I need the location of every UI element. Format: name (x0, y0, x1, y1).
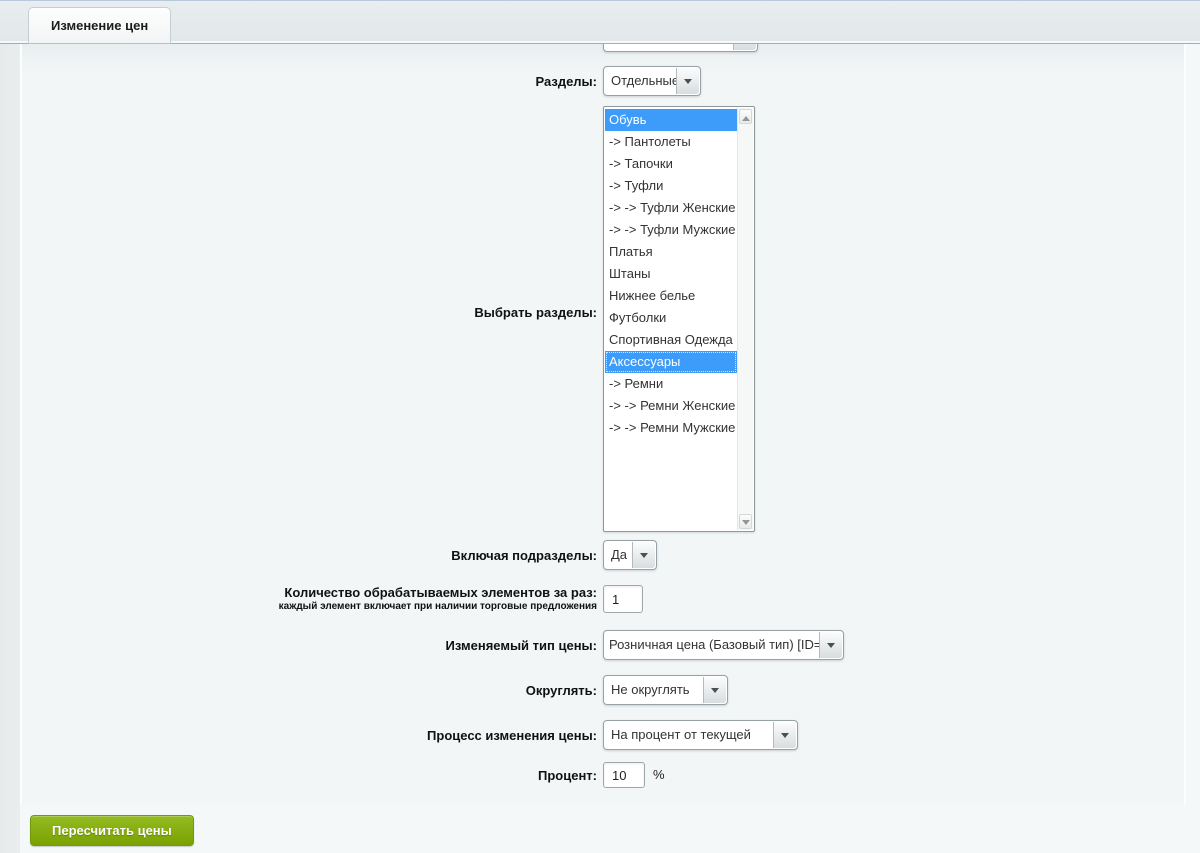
list-item[interactable]: Аксессуары (605, 351, 737, 373)
rounding-select[interactable]: Не округлять (603, 675, 728, 705)
change-process-value: На процент от текущей (604, 721, 797, 749)
page: Изменение цен Разделы: Отдельные Выбрать… (0, 0, 1200, 853)
chevron-down-icon (819, 632, 842, 658)
scroll-up-icon[interactable] (739, 109, 752, 124)
percent-label: Процент: (22, 762, 597, 788)
include-subsections-select[interactable]: Да (603, 540, 657, 570)
list-item[interactable]: -> Ремни (605, 373, 737, 395)
percent-input[interactable] (603, 762, 645, 788)
sections-listbox[interactable]: Обувь -> Пантолеты -> Тапочки -> Туфли -… (603, 106, 755, 532)
chevron-down-icon (703, 677, 726, 703)
list-item[interactable]: Спортивная Одежда (605, 329, 737, 351)
batch-label-wrap: Количество обрабатываемых элементов за р… (22, 583, 597, 615)
chevron-down-icon (733, 44, 756, 50)
price-type-select[interactable]: Розничная цена (Базовый тип) [ID=1] (603, 630, 844, 660)
rounding-label: Округлять: (22, 675, 597, 705)
price-type-label: Изменяемый тип цены: (22, 630, 597, 660)
change-process-label: Процесс изменения цены: (22, 720, 597, 750)
list-item[interactable]: Штаны (605, 263, 737, 285)
scroll-down-icon[interactable] (739, 514, 752, 529)
list-item[interactable]: Нижнее белье (605, 285, 737, 307)
chevron-down-icon (773, 722, 796, 748)
list-item[interactable]: -> -> Ремни Женские (605, 395, 737, 417)
list-item[interactable]: Платья (605, 241, 737, 263)
batch-input[interactable] (603, 585, 643, 613)
change-process-select[interactable]: На процент от текущей (603, 720, 798, 750)
tab-price-change[interactable]: Изменение цен (28, 7, 171, 44)
price-change-form: Разделы: Отдельные Выбрать разделы: Обув… (22, 44, 1184, 805)
panel-right-edge (1184, 44, 1186, 805)
list-item[interactable]: -> -> Туфли Женские (605, 197, 737, 219)
sections-mode-label: Разделы: (22, 66, 597, 96)
left-gutter (0, 44, 20, 853)
recalculate-button[interactable]: Пересчитать цены (30, 815, 194, 846)
choose-sections-label: Выбрать разделы: (22, 106, 597, 519)
percent-suffix: % (653, 762, 665, 788)
list-item[interactable]: Обувь (605, 109, 737, 131)
list-item[interactable]: -> -> Туфли Мужские (605, 219, 737, 241)
sections-list: Обувь -> Пантолеты -> Тапочки -> Туфли -… (605, 109, 737, 439)
chevron-down-icon (676, 68, 699, 94)
cutoff-select[interactable] (603, 44, 758, 52)
listbox-scrollbar[interactable] (737, 108, 753, 530)
batch-note: каждый элемент включает при наличии торг… (279, 601, 597, 613)
list-item[interactable]: -> -> Ремни Мужские (605, 417, 737, 439)
include-subsections-label: Включая подразделы: (22, 540, 597, 570)
chevron-down-icon (632, 542, 655, 568)
price-type-value: Розничная цена (Базовый тип) [ID=1] (604, 631, 843, 659)
list-item[interactable]: -> Пантолеты (605, 131, 737, 153)
sections-mode-select[interactable]: Отдельные (603, 66, 701, 96)
tab-bar: Изменение цен (0, 0, 1200, 44)
tab-label: Изменение цен (51, 18, 148, 33)
list-item[interactable]: -> Туфли (605, 175, 737, 197)
list-item[interactable]: -> Тапочки (605, 153, 737, 175)
list-item[interactable]: Футболки (605, 307, 737, 329)
batch-label: Количество обрабатываемых элементов за р… (279, 585, 597, 600)
